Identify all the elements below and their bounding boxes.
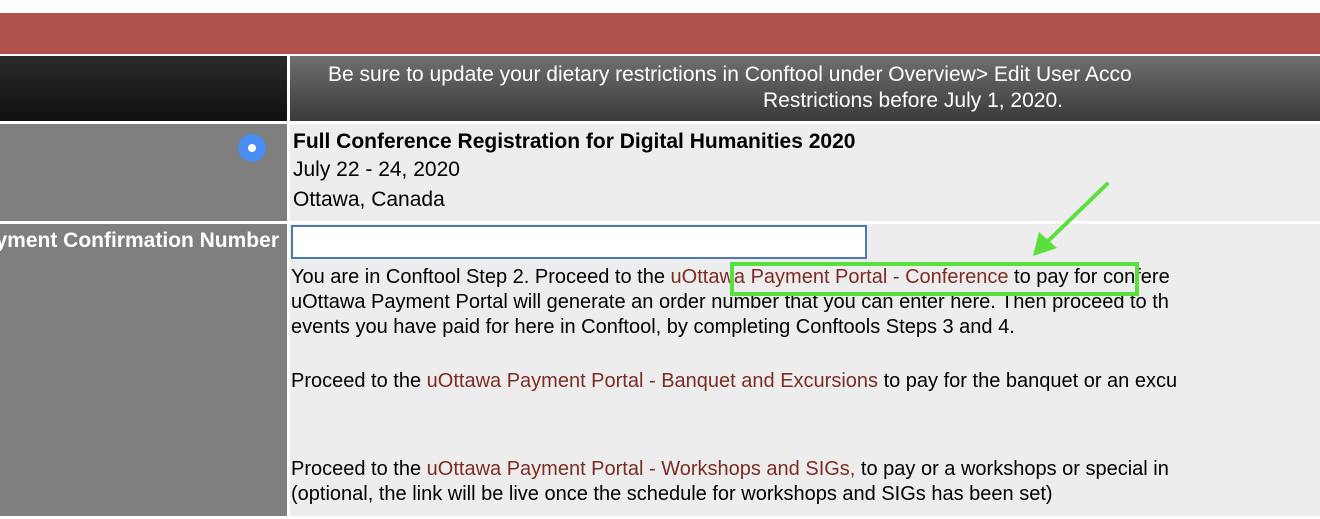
instruction-text: Proceed to the [291, 458, 427, 480]
registration-title: Full Conference Registration for Digital… [293, 130, 856, 153]
instruction-line: (optional, the link will be live once th… [291, 483, 1053, 505]
top-banner [0, 13, 1320, 54]
dietary-notice-line2: Restrictions before July 1, 2020. [763, 89, 1063, 112]
instruction-text: to pay for the banquet or an excu [878, 370, 1178, 392]
confirmation-number-label: Payment Confirmation Number [0, 229, 279, 253]
registration-dates: July 22 - 24, 2020 [293, 158, 460, 181]
instruction-line: events you have paid for here in Conftoo… [291, 316, 1015, 338]
confirmation-number-label-text: Payment Confirmation Number [0, 229, 279, 252]
registration-page: Be sure to update your dietary restricti… [0, 0, 1320, 519]
confirmation-number-input[interactable] [291, 225, 867, 259]
instruction-line: Proceed to the uOttawa Payment Portal - … [291, 457, 1169, 482]
registration-location: Ottawa, Canada [293, 188, 445, 211]
label-header-cell [0, 56, 287, 121]
link-highlight-box [730, 262, 1139, 296]
radio-dot [248, 144, 256, 152]
radio-selected-icon[interactable] [238, 134, 266, 162]
dietary-notice-line1: Be sure to update your dietary restricti… [328, 63, 1132, 86]
instruction-line: Proceed to the uOttawa Payment Portal - … [291, 369, 1177, 394]
payment-portal-banquet-link[interactable]: uOttawa Payment Portal - Banquet and Exc… [427, 370, 878, 392]
payment-portal-workshops-link[interactable]: uOttawa Payment Portal - Workshops and S… [427, 458, 856, 480]
instruction-text: Proceed to the [291, 370, 427, 392]
annotation-arrow-icon [1033, 182, 1109, 256]
dietary-notice: Be sure to update your dietary restricti… [290, 56, 1320, 121]
instruction-text: to pay or a workshops or special in [855, 458, 1169, 480]
instruction-text: You are in Conftool Step 2. Proceed to t… [291, 266, 671, 288]
label-column [0, 56, 287, 519]
